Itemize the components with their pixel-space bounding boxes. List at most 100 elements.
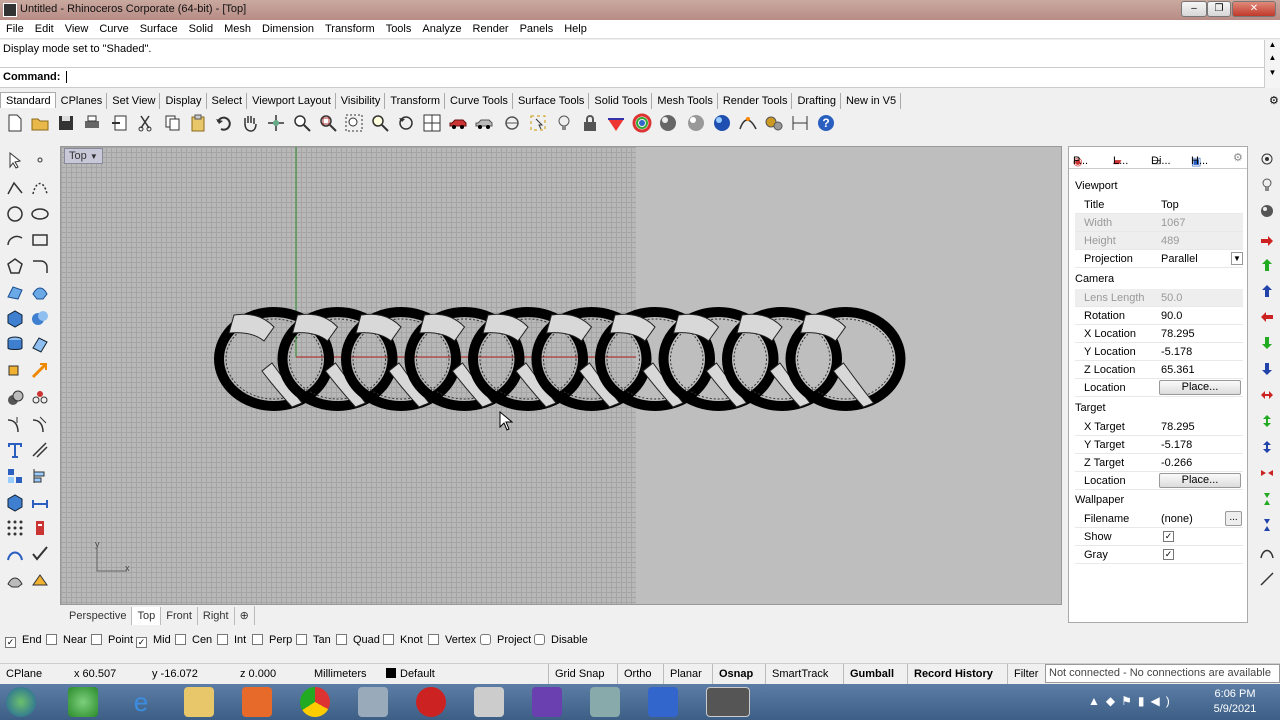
- curve-cv-icon[interactable]: [30, 178, 50, 198]
- menu-surface[interactable]: Surface: [134, 20, 183, 35]
- projection-dropdown-icon[interactable]: ▼: [1231, 252, 1243, 265]
- visual-studio-icon[interactable]: [532, 687, 562, 717]
- arrow-left-red-icon[interactable]: [1260, 310, 1274, 324]
- prop-y-location[interactable]: Y Location -5.178: [1075, 343, 1243, 361]
- prop-x-target-value[interactable]: 78.295: [1161, 421, 1195, 433]
- polygon-icon[interactable]: [5, 256, 25, 276]
- smarttrack-button[interactable]: SmartTrack: [765, 664, 834, 685]
- add-viewport-icon[interactable]: ⊕: [235, 606, 255, 625]
- curve-tool-icon[interactable]: [1260, 546, 1274, 560]
- line-tool-icon[interactable]: [1260, 572, 1274, 586]
- prop-z-location-value[interactable]: 65.361: [1161, 364, 1195, 376]
- tab-surface-tools[interactable]: Surface Tools: [513, 93, 590, 109]
- osnap-int[interactable]: Int: [217, 634, 246, 646]
- text-tool-icon[interactable]: [5, 440, 25, 460]
- prop-z-target-value[interactable]: -0.266: [1161, 457, 1192, 469]
- grid-dots-icon[interactable]: [5, 518, 25, 538]
- ortho-button[interactable]: Ortho: [617, 664, 658, 685]
- prop-z-location[interactable]: Z Location 65.361: [1075, 361, 1243, 379]
- record-history-button[interactable]: Record History: [907, 664, 999, 685]
- menu-dimension[interactable]: Dimension: [256, 20, 319, 35]
- shade-sphere-icon[interactable]: [1260, 204, 1274, 218]
- file-explorer-icon[interactable]: [184, 687, 214, 717]
- check-icon[interactable]: [30, 544, 50, 564]
- cube-view-icon[interactable]: [5, 492, 25, 512]
- taskbar-app-icon-3[interactable]: [590, 687, 620, 717]
- osnap-near[interactable]: Near: [46, 634, 87, 646]
- lock-icon[interactable]: [580, 113, 600, 133]
- osnap-end-checkbox[interactable]: ✓: [5, 637, 16, 648]
- control-points-icon[interactable]: [5, 544, 25, 564]
- planar-button[interactable]: Planar: [663, 664, 708, 685]
- curve-settings-icon[interactable]: [738, 113, 758, 133]
- top-viewport[interactable]: Top ▼ y x: [60, 146, 1062, 605]
- surface-corner-icon[interactable]: [5, 282, 25, 302]
- menu-edit[interactable]: Edit: [29, 20, 59, 35]
- linear-dimension-icon[interactable]: [30, 492, 50, 512]
- start-button-icon[interactable]: [6, 687, 36, 717]
- prop-projection-value[interactable]: Parallel: [1161, 253, 1198, 265]
- osnap-mid[interactable]: ✓ Mid: [136, 634, 171, 648]
- boolean-union-icon[interactable]: [5, 388, 25, 408]
- four-viewports-icon[interactable]: [422, 113, 442, 133]
- osnap-vertex[interactable]: Vertex: [428, 634, 476, 646]
- tab-new-in-v5[interactable]: New in V5: [841, 93, 902, 109]
- rendered-car-icon[interactable]: [474, 113, 494, 133]
- polyline-icon[interactable]: [5, 178, 25, 198]
- prop-x-location[interactable]: X Location 78.295: [1075, 325, 1243, 343]
- system-tray-icons[interactable]: ▲◆⚑▮◀): [1088, 694, 1176, 708]
- osnap-near-checkbox[interactable]: [46, 634, 57, 645]
- open-file-icon[interactable]: [30, 113, 50, 133]
- fillet-curve-icon[interactable]: [30, 256, 50, 276]
- cut-icon[interactable]: [135, 113, 155, 133]
- prop-rotation[interactable]: Rotation 90.0: [1075, 307, 1243, 325]
- tab-right[interactable]: Right: [198, 607, 235, 625]
- menu-render[interactable]: Render: [467, 20, 514, 35]
- filter-button[interactable]: Filter: [1007, 664, 1044, 685]
- ellipse-icon[interactable]: [30, 204, 50, 224]
- select-arrow-icon[interactable]: [5, 150, 25, 170]
- tab-drafting[interactable]: Drafting: [792, 93, 841, 109]
- arrow-both-red-icon[interactable]: [1260, 388, 1274, 402]
- light-bulb-icon[interactable]: [554, 113, 574, 133]
- undo-view-icon[interactable]: [396, 113, 416, 133]
- menu-solid[interactable]: Solid: [183, 20, 218, 35]
- box-solid-icon[interactable]: [5, 308, 25, 328]
- tab-transform[interactable]: Transform: [385, 93, 446, 109]
- osnap-quad-checkbox[interactable]: [336, 634, 347, 645]
- osnap-end[interactable]: ✓ End: [5, 634, 42, 648]
- camera-place-button[interactable]: Place...: [1159, 380, 1241, 395]
- prop-rotation-value[interactable]: 90.0: [1161, 310, 1182, 322]
- status-cplane[interactable]: CPlane: [6, 668, 42, 680]
- prop-projection[interactable]: Projection Parallel ▼: [1075, 250, 1243, 268]
- tabs-gear-icon[interactable]: ⚙: [1264, 92, 1280, 108]
- prop-title[interactable]: Title Top: [1075, 196, 1243, 214]
- copy-icon[interactable]: [162, 113, 182, 133]
- osnap-mid-checkbox[interactable]: ✓: [136, 637, 147, 648]
- arrow-up-blue-icon[interactable]: [1260, 284, 1274, 298]
- osnap-tan-checkbox[interactable]: [296, 634, 307, 645]
- prop-gray[interactable]: Gray ✓: [1075, 546, 1243, 564]
- osnap-button[interactable]: Osnap: [712, 664, 759, 685]
- tab-display[interactable]: Display: [160, 93, 207, 109]
- extrude-icon[interactable]: [5, 334, 25, 354]
- object-snap-icon[interactable]: [502, 113, 522, 133]
- menu-tools[interactable]: Tools: [380, 20, 417, 35]
- arc-icon[interactable]: [5, 230, 25, 250]
- scale-icon[interactable]: [30, 360, 50, 380]
- tab-standard[interactable]: Standard: [0, 92, 56, 108]
- zoom-dynamic-icon[interactable]: [292, 113, 312, 133]
- arrow-right-red-icon[interactable]: [1260, 234, 1274, 248]
- osnap-cen[interactable]: Cen: [175, 634, 212, 646]
- tab-set-view[interactable]: Set View: [107, 93, 161, 109]
- new-file-icon[interactable]: [5, 113, 25, 133]
- internet-explorer-icon[interactable]: e: [126, 687, 156, 717]
- split-icon[interactable]: [30, 414, 50, 434]
- offset-icon[interactable]: [30, 440, 50, 460]
- rotate-view-icon[interactable]: [266, 113, 286, 133]
- close-button[interactable]: ✕: [1232, 1, 1276, 17]
- taskbar-app-icon-1[interactable]: [68, 687, 98, 717]
- help-icon[interactable]: ?: [816, 113, 836, 133]
- render-tool-icon[interactable]: [30, 570, 50, 590]
- zoom-extents-icon[interactable]: [344, 113, 364, 133]
